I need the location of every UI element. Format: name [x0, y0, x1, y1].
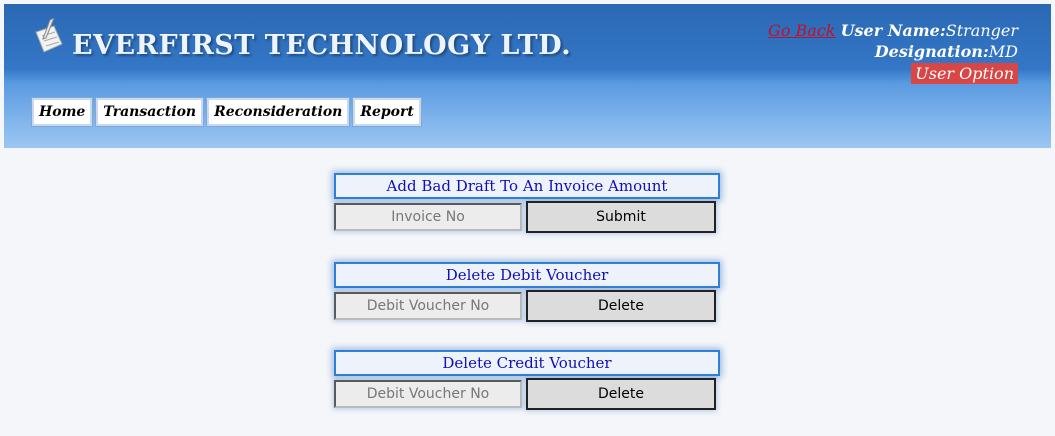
user-option-link[interactable]: User Option	[911, 63, 1018, 84]
go-back-link[interactable]: Go Back	[768, 21, 835, 40]
section-delete-debit-voucher: Delete Debit Voucher Debit Voucher No De…	[334, 262, 720, 322]
user-name-label: User Name:	[840, 21, 946, 40]
designation-value: MD	[988, 42, 1018, 61]
nav-reconsideration[interactable]: Reconsideration	[206, 97, 351, 127]
submit-button[interactable]: Submit	[526, 201, 716, 233]
designation-label: Designation:	[874, 42, 989, 61]
section-title: Add Bad Draft To An Invoice Amount	[334, 173, 720, 199]
header-banner: EVERFIRST TECHNOLOGY LTD. Go Back User N…	[4, 4, 1051, 148]
delete-debit-button[interactable]: Delete	[526, 290, 716, 322]
delete-credit-button[interactable]: Delete	[526, 378, 716, 410]
invoice-no-input[interactable]: Invoice No	[334, 203, 522, 231]
notepad-pen-icon	[35, 18, 63, 53]
section-title: Delete Credit Voucher	[334, 350, 720, 376]
debit-voucher-no-input[interactable]: Debit Voucher No	[334, 292, 522, 320]
section-delete-credit-voucher: Delete Credit Voucher Debit Voucher No D…	[334, 350, 720, 410]
section-add-bad-draft: Add Bad Draft To An Invoice Amount Invoi…	[334, 173, 720, 233]
credit-voucher-no-input[interactable]: Debit Voucher No	[334, 380, 522, 408]
user-name-value: Stranger	[945, 21, 1018, 40]
nav-transaction[interactable]: Transaction	[95, 97, 205, 127]
nav-home[interactable]: Home	[30, 97, 94, 127]
main-nav: Home Transaction Reconsideration Report	[30, 97, 422, 127]
brand-title: EVERFIRST TECHNOLOGY LTD.	[72, 30, 572, 61]
user-info: Go Back User Name:Stranger Designation:M…	[768, 20, 1018, 84]
nav-report[interactable]: Report	[352, 97, 422, 127]
section-title: Delete Debit Voucher	[334, 262, 720, 288]
